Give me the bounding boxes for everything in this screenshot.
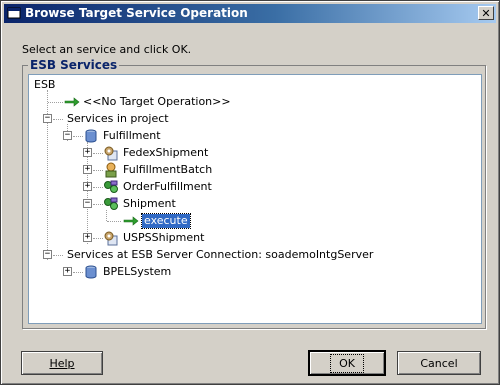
database-icon xyxy=(83,264,99,280)
node-label: ESB xyxy=(34,78,56,91)
expand-icon[interactable]: + xyxy=(83,165,92,174)
cancel-button-label: Cancel xyxy=(420,356,458,370)
expand-icon[interactable]: + xyxy=(83,148,92,157)
group-label: ESB Services xyxy=(28,58,120,72)
service-tree[interactable]: − ESB <<No Target Operation>> − Services… xyxy=(28,74,482,324)
help-button-label: Help xyxy=(49,356,75,370)
node-label: <<No Target Operation>> xyxy=(83,95,231,108)
window-title: Browse Target Service Operation xyxy=(25,6,248,20)
help-button[interactable]: Help xyxy=(21,351,103,375)
expand-icon[interactable]: + xyxy=(83,182,92,191)
tree-connector xyxy=(73,272,83,273)
node-label: BPELSystem xyxy=(103,265,172,278)
app-icon xyxy=(7,6,21,20)
arrow-icon xyxy=(123,213,139,229)
close-icon[interactable]: ✕ xyxy=(478,6,494,20)
tree-connector xyxy=(73,136,83,137)
instruction-text: Select an service and click OK. xyxy=(22,43,192,56)
tree-connector xyxy=(107,221,121,222)
tree-connector xyxy=(93,170,103,171)
collapse-icon[interactable]: − xyxy=(43,114,52,123)
collapse-icon[interactable]: − xyxy=(43,250,52,259)
node-label: OrderFulfillment xyxy=(123,180,212,193)
node-label: Services at ESB Server Connection: soade… xyxy=(67,248,374,261)
expand-icon[interactable]: + xyxy=(83,233,92,242)
tree-connector xyxy=(93,204,103,205)
tree-connector xyxy=(93,153,103,154)
node-label: USPSShipment xyxy=(123,231,205,244)
node-label: FedexShipment xyxy=(123,146,209,159)
batch-adapter-icon xyxy=(103,162,119,178)
collapse-icon[interactable]: − xyxy=(63,131,72,140)
expand-icon[interactable]: + xyxy=(63,267,72,276)
arrow-icon xyxy=(64,94,80,110)
node-label: Services in project xyxy=(67,112,169,125)
node-label: Shipment xyxy=(123,197,176,210)
tree-connector xyxy=(53,119,63,120)
tree-connector xyxy=(93,187,103,188)
collapse-icon[interactable]: − xyxy=(83,199,92,208)
tree-connector xyxy=(48,102,63,103)
node-label: Fulfillment xyxy=(103,129,161,142)
service-gear-icon xyxy=(103,230,119,246)
routing-service-icon xyxy=(103,196,119,212)
routing-service-icon xyxy=(103,179,119,195)
dialog-window: Browse Target Service Operation ✕ Select… xyxy=(0,0,500,385)
node-label: FulfillmentBatch xyxy=(123,163,213,176)
database-icon xyxy=(83,128,99,144)
ok-button-label: OK xyxy=(330,353,364,373)
title-bar[interactable]: Browse Target Service Operation ✕ xyxy=(4,4,496,23)
selected-operation-label[interactable]: execute xyxy=(141,213,191,229)
tree-connector xyxy=(87,142,88,244)
tree-connector xyxy=(93,238,103,239)
ok-button[interactable]: OK xyxy=(308,350,386,376)
cancel-button[interactable]: Cancel xyxy=(397,351,481,375)
tree-connector xyxy=(53,255,63,256)
service-gear-icon xyxy=(103,145,119,161)
